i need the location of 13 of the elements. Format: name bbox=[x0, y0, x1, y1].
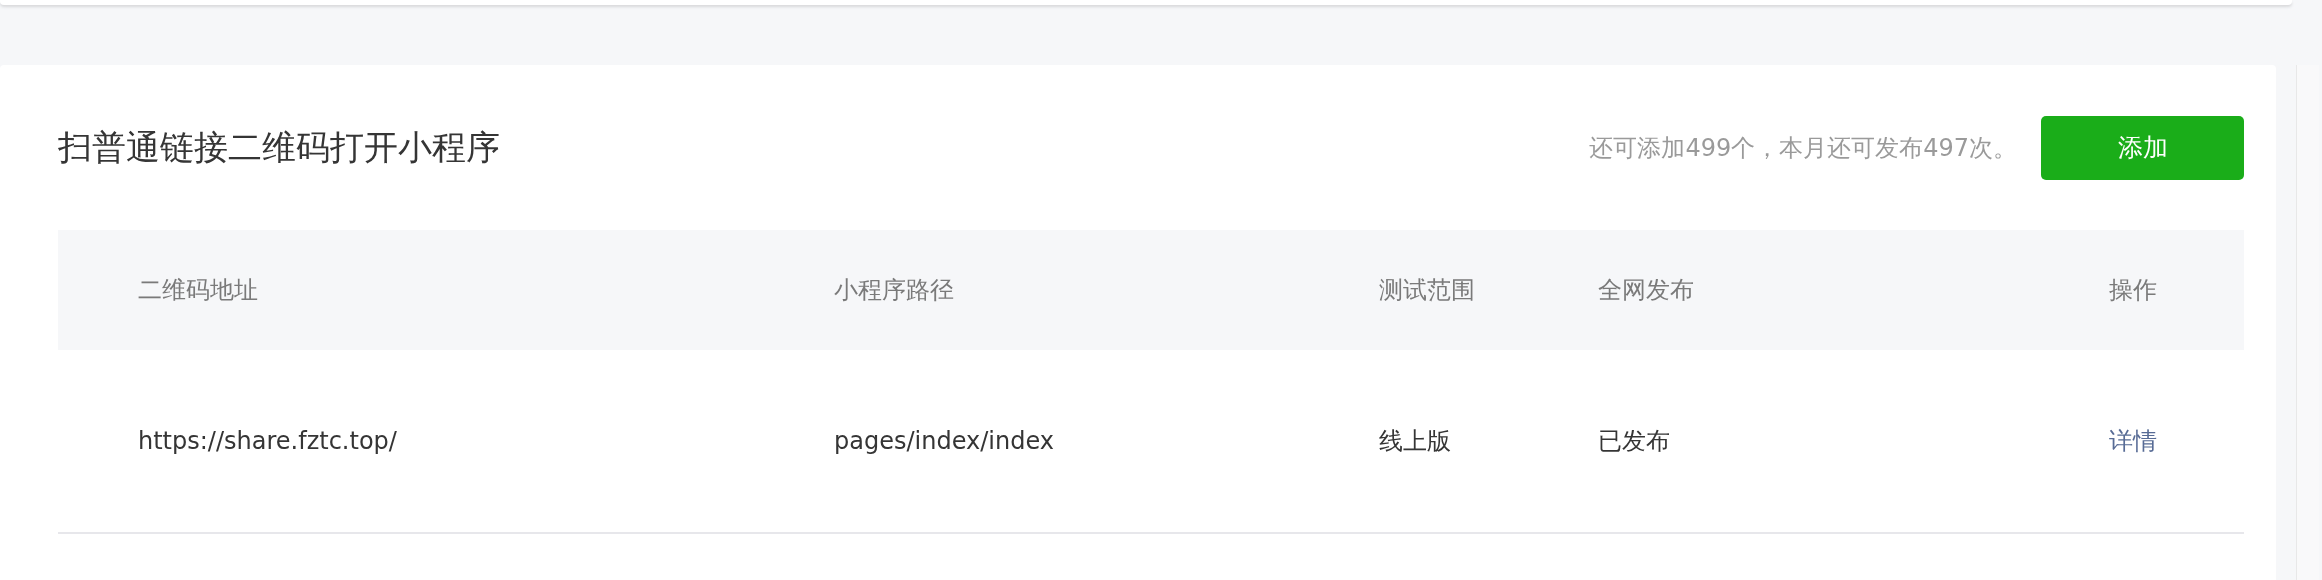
column-header: 全网发布 bbox=[1598, 275, 1695, 306]
section-title: 扫普通链接二维码打开小程序 bbox=[58, 125, 501, 169]
column-header: 二维码地址 bbox=[138, 275, 259, 306]
table-cell-text: https://share.fztc.top/ bbox=[138, 427, 398, 455]
column-header: 测试范围 bbox=[1379, 275, 1476, 306]
table-cell-text: 线上版 bbox=[1379, 426, 1452, 457]
column-header: 操作 bbox=[2109, 275, 2158, 306]
details-link[interactable]: 详情 bbox=[2109, 425, 2163, 457]
table-cell-text: 已发布 bbox=[1598, 426, 1671, 457]
table-cell-text: pages/index/index bbox=[834, 427, 1055, 455]
add-button[interactable]: 添加 bbox=[2041, 115, 2244, 180]
column-header: 小程序路径 bbox=[834, 275, 955, 306]
quota-hint: 还可添加499个，本月还可发布497次。 bbox=[1589, 132, 2017, 164]
